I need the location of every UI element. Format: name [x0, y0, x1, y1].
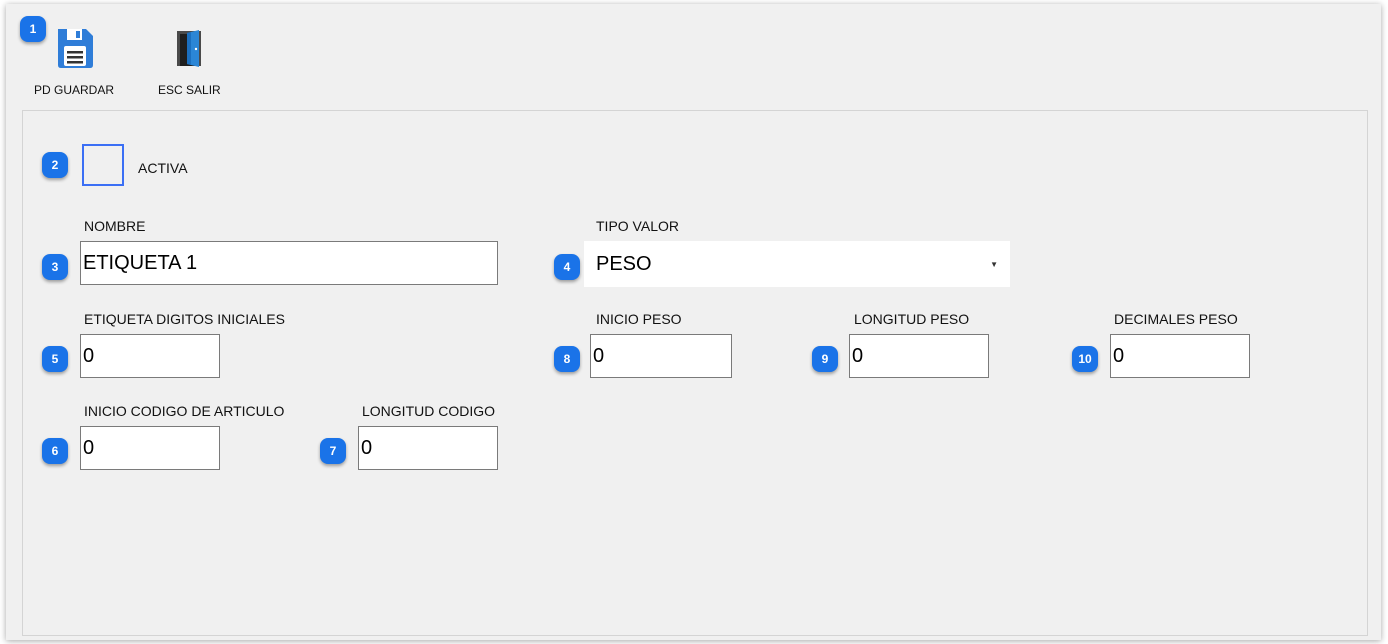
activa-checkbox[interactable]: [82, 144, 124, 186]
callout-badge-3: 3: [42, 254, 68, 280]
inicio-codigo-input[interactable]: 0: [80, 426, 220, 470]
inicio-peso-label: INICIO PESO: [596, 311, 682, 327]
callout-badge-7: 7: [320, 438, 346, 464]
tipo-valor-select[interactable]: PESO ▼: [584, 241, 1010, 287]
callout-badge-10: 10: [1072, 346, 1098, 372]
inicio-codigo-label: INICIO CODIGO DE ARTICULO: [84, 403, 285, 419]
longitud-peso-input[interactable]: 0: [849, 334, 989, 378]
callout-badge-9: 9: [812, 346, 838, 372]
form-window: PD GUARDAR ESC SALIR 1 2 ACTIVA NOMBRE 3…: [6, 4, 1381, 640]
nombre-input[interactable]: ETIQUETA 1: [80, 241, 498, 285]
callout-badge-2: 2: [42, 152, 68, 178]
etiqueta-digitos-input[interactable]: 0: [80, 334, 220, 378]
longitud-codigo-input[interactable]: 0: [358, 426, 498, 470]
callout-badge-6: 6: [42, 438, 68, 464]
callout-badge-8: 8: [554, 346, 580, 372]
inicio-peso-input[interactable]: 0: [590, 334, 732, 378]
longitud-peso-label: LONGITUD PESO: [854, 311, 970, 327]
activa-label: ACTIVA: [138, 160, 188, 176]
nombre-label: NOMBRE: [84, 218, 146, 234]
tipo-valor-label: TIPO VALOR: [596, 218, 679, 234]
callout-badge-1: 1: [20, 16, 46, 42]
callout-badge-5: 5: [42, 346, 68, 372]
exit-button[interactable]: ESC SALIR: [158, 24, 221, 104]
etiqueta-digitos-label: ETIQUETA DIGITOS INICIALES: [84, 311, 285, 327]
save-button[interactable]: PD GUARDAR: [34, 24, 114, 104]
callout-badge-4: 4: [554, 254, 580, 280]
save-button-label: PD GUARDAR: [34, 83, 115, 97]
door-exit-icon: [167, 26, 211, 75]
exit-button-label: ESC SALIR: [158, 83, 221, 97]
decimales-peso-label: DECIMALES PESO: [1114, 311, 1238, 327]
longitud-codigo-label: LONGITUD CODIGO: [362, 403, 496, 419]
chevron-down-icon: ▼: [990, 259, 998, 269]
tipo-valor-selected: PESO: [596, 252, 652, 275]
floppy-disk-icon: [52, 26, 96, 75]
decimales-peso-input[interactable]: 0: [1110, 334, 1250, 378]
